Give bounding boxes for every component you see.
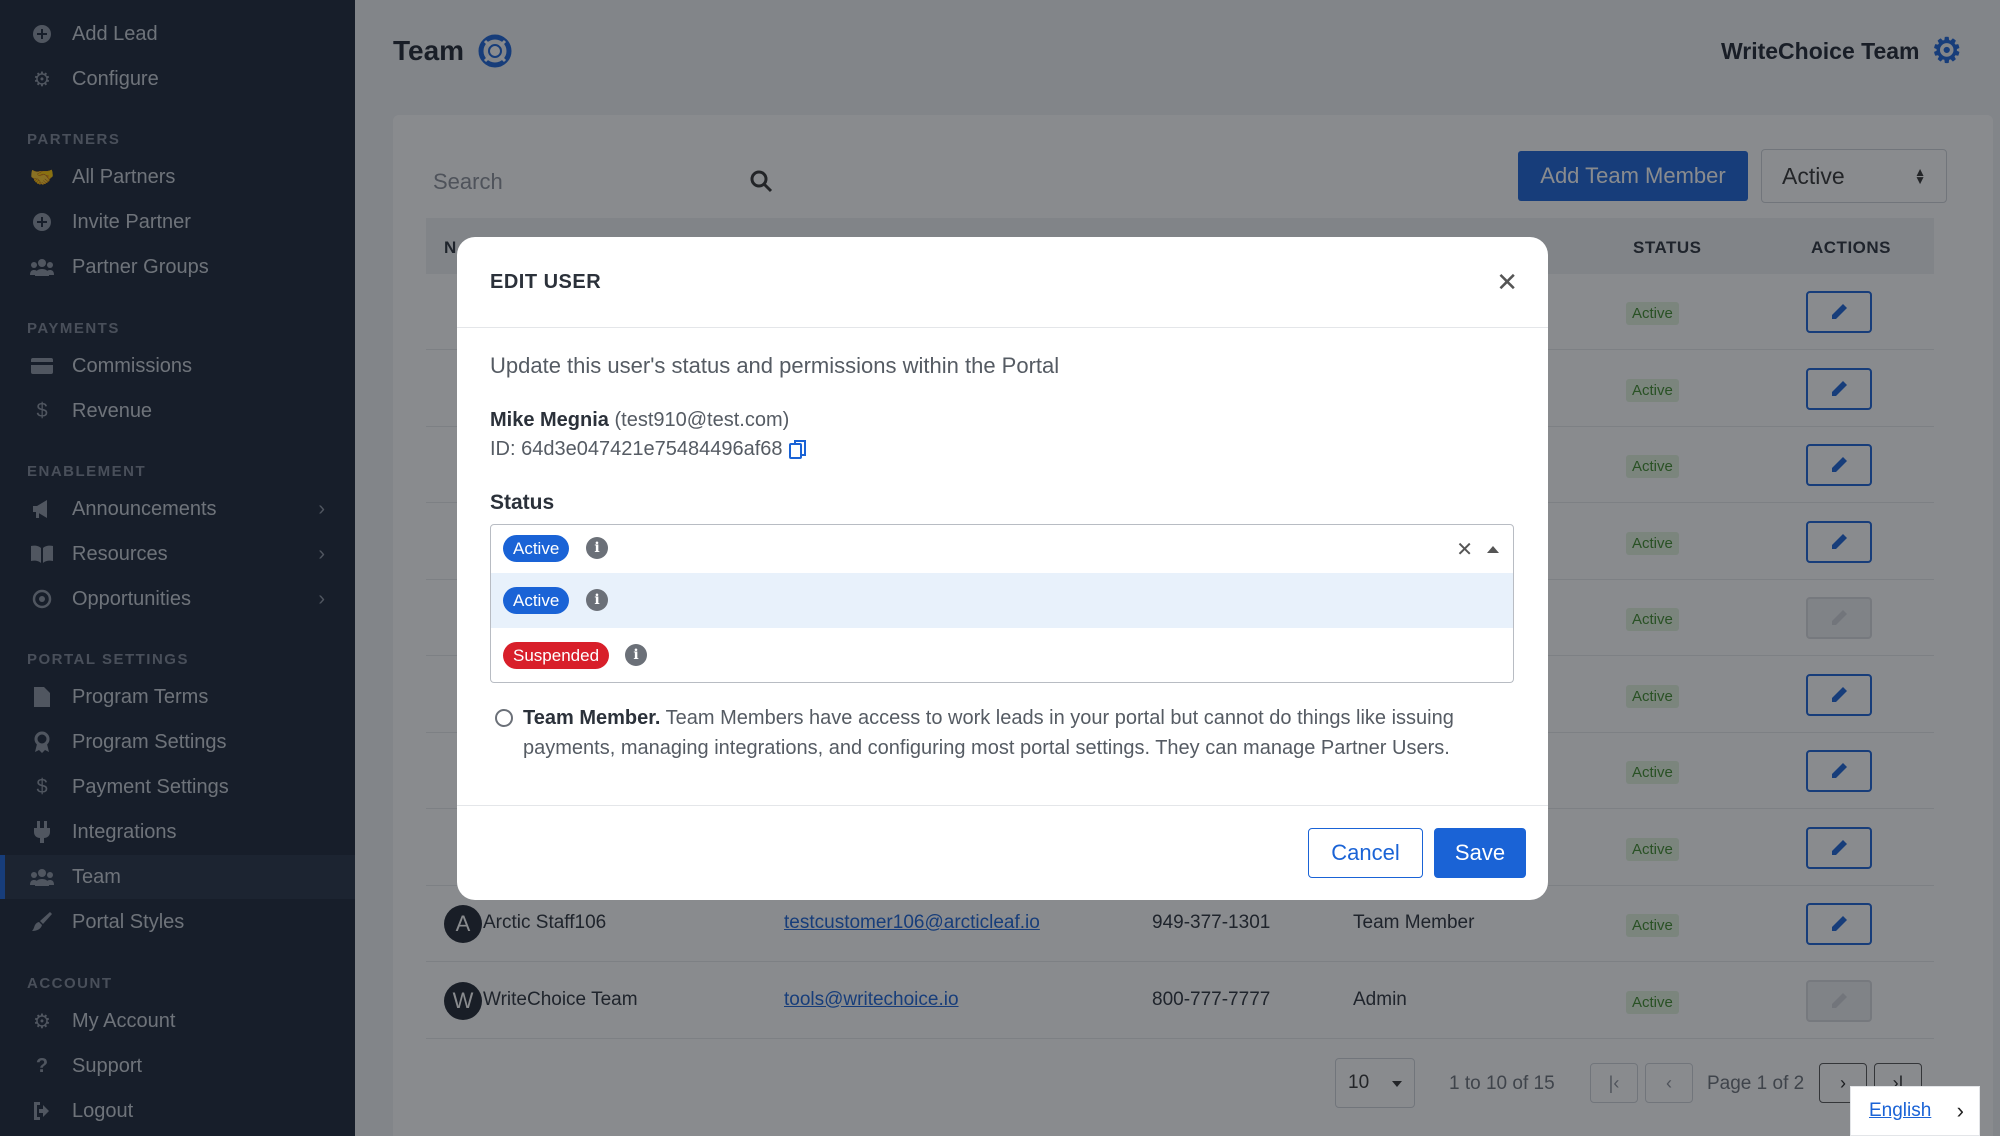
status-dropdown-menu: Active i Suspended i — [490, 573, 1514, 683]
status-chip-suspended: Suspended — [503, 642, 610, 669]
status-select[interactable]: Active i ✕ — [490, 524, 1514, 574]
info-icon[interactable]: i — [586, 537, 608, 559]
clear-icon[interactable]: ✕ — [1456, 537, 1473, 562]
info-icon[interactable]: i — [586, 589, 608, 611]
language-switcher[interactable]: English › — [1850, 1086, 1980, 1136]
team-member-radio[interactable] — [495, 709, 513, 727]
selected-status-chip: Active — [503, 535, 570, 562]
status-option-suspended[interactable]: Suspended i — [491, 628, 1513, 683]
user-id: ID: 64d3e047421e75484496af68 — [490, 438, 783, 460]
edit-user-modal: EDIT USER ✕ Update this user's status an… — [457, 237, 1548, 900]
role-body: Team Members have access to work leads i… — [523, 707, 1454, 759]
caret-up-icon[interactable] — [1487, 546, 1499, 553]
close-icon[interactable]: ✕ — [1496, 267, 1518, 298]
user-email: (test910@test.com) — [614, 409, 790, 431]
modal-footer: Cancel Save — [457, 805, 1548, 900]
role-description: Team Member. Team Members have access to… — [523, 703, 1515, 763]
user-identity: Mike Megnia (test910@test.com) — [490, 409, 789, 432]
status-chip-active: Active — [503, 587, 570, 614]
status-option-active[interactable]: Active i — [491, 573, 1513, 628]
status-label: Status — [490, 491, 555, 514]
language-label: English — [1869, 1100, 1932, 1121]
role-title: Team Member. — [523, 707, 661, 729]
user-name: Mike Megnia — [490, 409, 609, 431]
modal-title: EDIT USER — [490, 270, 602, 293]
cancel-button[interactable]: Cancel — [1308, 828, 1423, 878]
modal-description: Update this user's status and permission… — [490, 353, 1060, 378]
info-icon[interactable]: i — [625, 644, 647, 666]
user-id-row: ID: 64d3e047421e75484496af68 — [490, 438, 807, 461]
modal-header: EDIT USER — [457, 237, 1548, 328]
save-button[interactable]: Save — [1434, 828, 1526, 878]
role-option-team-member[interactable]: Team Member. Team Members have access to… — [495, 703, 1515, 763]
copy-icon[interactable] — [788, 439, 807, 460]
chevron-right-icon: › — [1956, 1098, 1964, 1123]
